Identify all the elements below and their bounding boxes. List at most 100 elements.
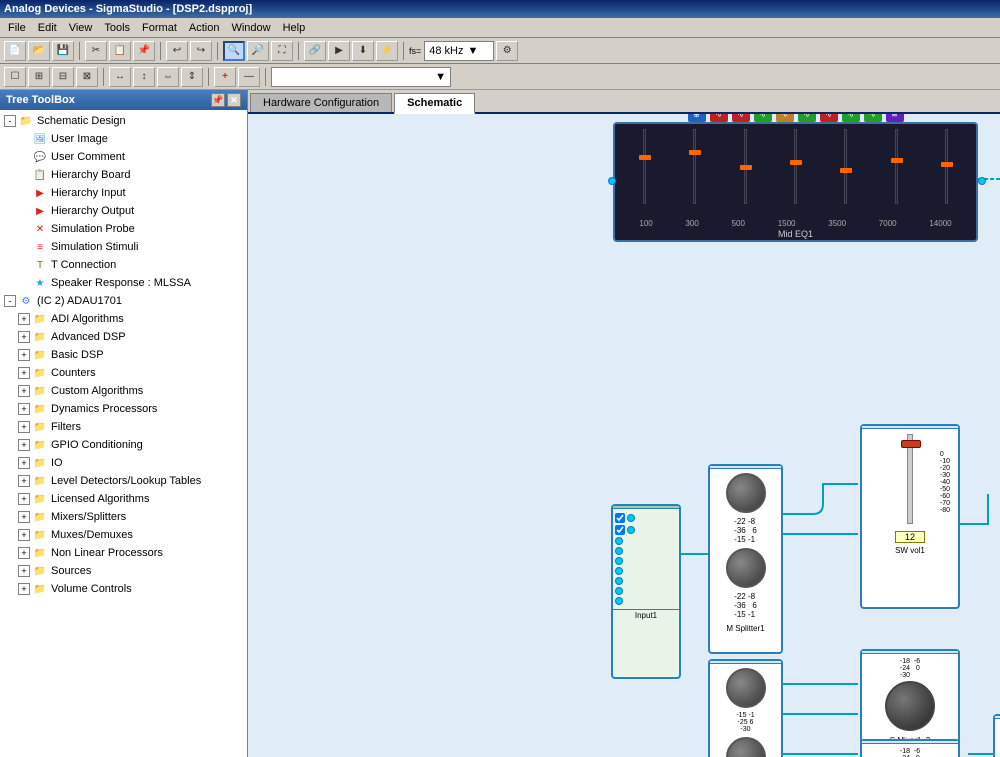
- tree-item-counters[interactable]: +📁Counters: [0, 364, 247, 382]
- module-dropdown[interactable]: ▼: [271, 67, 451, 87]
- tree-toggle-volume-controls[interactable]: +: [18, 583, 30, 595]
- eq-icon-10[interactable]: ≋: [886, 114, 904, 122]
- tree-item-hierarchy-output[interactable]: ▶Hierarchy Output: [0, 202, 247, 220]
- tree-item-user-image[interactable]: 🖼User Image: [0, 130, 247, 148]
- tb-paste[interactable]: 📌: [133, 41, 155, 61]
- eq-icon-2[interactable]: ∿: [710, 114, 728, 122]
- sw-vol1-value[interactable]: 12: [895, 531, 925, 543]
- knob4[interactable]: [726, 737, 766, 757]
- tree-item-volume-controls[interactable]: +📁Volume Controls: [0, 580, 247, 598]
- eq-icon-3[interactable]: ∿: [732, 114, 750, 122]
- tb-r2-minus[interactable]: —: [238, 67, 260, 87]
- eq-band-100[interactable]: [620, 129, 669, 214]
- tree-toggle-counters[interactable]: +: [18, 367, 30, 379]
- ch2-checkbox[interactable]: [615, 525, 625, 535]
- knob2[interactable]: [726, 548, 766, 588]
- tree-item-mixers-splitters[interactable]: +📁Mixers/Splitters: [0, 508, 247, 526]
- tree-item-sources[interactable]: +📁Sources: [0, 562, 247, 580]
- tree-toggle-non-linear-processors[interactable]: +: [18, 547, 30, 559]
- tree-toggle-licensed-algorithms[interactable]: +: [18, 493, 30, 505]
- eq-icon-1[interactable]: ⊕: [688, 114, 706, 122]
- tree-close-btn[interactable]: ✕: [227, 93, 241, 107]
- tb-zoom-in[interactable]: 🔍: [223, 41, 245, 61]
- tb-copy[interactable]: 📋: [109, 41, 131, 61]
- eq-icon-5[interactable]: ∿: [776, 114, 794, 122]
- tree-item-hierarchy-board[interactable]: 📋Hierarchy Board: [0, 166, 247, 184]
- tb-save[interactable]: 💾: [52, 41, 74, 61]
- tab-hardware-config[interactable]: Hardware Configuration: [250, 93, 392, 112]
- menu-help[interactable]: Help: [277, 20, 312, 36]
- tree-item-io[interactable]: +📁IO: [0, 454, 247, 472]
- tb-run[interactable]: ⚡: [376, 41, 398, 61]
- tb-r2-2[interactable]: ⊞: [28, 67, 50, 87]
- tree-item-gpio-conditioning[interactable]: +📁GPIO Conditioning: [0, 436, 247, 454]
- tree-item-level-detectors[interactable]: +📁Level Detectors/Lookup Tables: [0, 472, 247, 490]
- tree-item-non-linear-processors[interactable]: +📁Non Linear Processors: [0, 544, 247, 562]
- menu-view[interactable]: View: [63, 20, 99, 36]
- tb-redo[interactable]: ↪: [190, 41, 212, 61]
- menu-action[interactable]: Action: [183, 20, 226, 36]
- tb-r2-add[interactable]: +: [214, 67, 236, 87]
- tree-item-advanced-dsp[interactable]: +📁Advanced DSP: [0, 328, 247, 346]
- tree-toggle-gpio-conditioning[interactable]: +: [18, 439, 30, 451]
- tb-download[interactable]: ⬇: [352, 41, 374, 61]
- tree-toggle-muxes-demuxes[interactable]: +: [18, 529, 30, 541]
- tree-toggle-level-detectors[interactable]: +: [18, 475, 30, 487]
- tb-undo[interactable]: ↩: [166, 41, 188, 61]
- menu-tools[interactable]: Tools: [98, 20, 136, 36]
- eq-band-1500[interactable]: [771, 129, 820, 214]
- tree-toggle-schematic-design[interactable]: -: [4, 115, 16, 127]
- tb-r2-8[interactable]: ⇕: [181, 67, 203, 87]
- eq-band-300[interactable]: [670, 129, 719, 214]
- eq-band-3500[interactable]: [821, 129, 870, 214]
- tb-r2-5[interactable]: ↔: [109, 67, 131, 87]
- tree-item-user-comment[interactable]: 💬User Comment: [0, 148, 247, 166]
- tree-item-adi-algorithms[interactable]: +📁ADI Algorithms: [0, 310, 247, 328]
- tree-item-simulation-probe[interactable]: ✕Simulation Probe: [0, 220, 247, 238]
- eq-band-14000[interactable]: [922, 129, 971, 214]
- s-mixer1-2-knob[interactable]: [885, 681, 935, 731]
- tree-toggle-sources[interactable]: +: [18, 565, 30, 577]
- tb-r2-6[interactable]: ↕: [133, 67, 155, 87]
- menu-file[interactable]: File: [2, 20, 32, 36]
- tree-toggle-basic-dsp[interactable]: +: [18, 349, 30, 361]
- eq-icon-6[interactable]: ∿: [798, 114, 816, 122]
- tb-r2-3[interactable]: ⊟: [52, 67, 74, 87]
- ch1-checkbox[interactable]: [615, 513, 625, 523]
- tree-item-custom-algorithms[interactable]: +📁Custom Algorithms: [0, 382, 247, 400]
- tree-item-hierarchy-input[interactable]: ▶Hierarchy Input: [0, 184, 247, 202]
- tree-item-filters[interactable]: +📁Filters: [0, 418, 247, 436]
- tb-r2-4[interactable]: ⊠: [76, 67, 98, 87]
- eq-icon-8[interactable]: ∿: [842, 114, 860, 122]
- eq-band-500[interactable]: [721, 129, 770, 214]
- tree-item-muxes-demuxes[interactable]: +📁Muxes/Demuxes: [0, 526, 247, 544]
- menu-window[interactable]: Window: [225, 20, 276, 36]
- tree-body[interactable]: -📁Schematic Design🖼User Image💬User Comme…: [0, 110, 247, 757]
- tree-toggle-mixers-splitters[interactable]: +: [18, 511, 30, 523]
- schematic-canvas[interactable]: 100 300 500 1500 3500 7000 14000 Mid EQ1…: [248, 114, 1000, 757]
- tree-item-speaker-response[interactable]: ★Speaker Response : MLSSA: [0, 274, 247, 292]
- tb-link[interactable]: 🔗: [304, 41, 326, 61]
- tb-open[interactable]: 📂: [28, 41, 50, 61]
- tab-schematic[interactable]: Schematic: [394, 93, 475, 114]
- eq-icon-7[interactable]: ∿: [820, 114, 838, 122]
- tb-settings[interactable]: ⚙: [496, 41, 518, 61]
- menu-edit[interactable]: Edit: [32, 20, 63, 36]
- tree-item-licensed-algorithms[interactable]: +📁Licensed Algorithms: [0, 490, 247, 508]
- eq-icon-4[interactable]: ∿: [754, 114, 772, 122]
- tree-item-basic-dsp[interactable]: +📁Basic DSP: [0, 346, 247, 364]
- tree-toggle-advanced-dsp[interactable]: +: [18, 331, 30, 343]
- tb-cut[interactable]: ✂: [85, 41, 107, 61]
- tree-toggle-io[interactable]: +: [18, 457, 30, 469]
- tree-toggle-dynamics-processors[interactable]: +: [18, 403, 30, 415]
- tree-toggle-ic2-adau1701[interactable]: -: [4, 295, 16, 307]
- tree-toggle-custom-algorithms[interactable]: +: [18, 385, 30, 397]
- eq-band-7000[interactable]: [871, 129, 920, 214]
- tb-compile[interactable]: ▶: [328, 41, 350, 61]
- tree-item-dynamics-processors[interactable]: +📁Dynamics Processors: [0, 400, 247, 418]
- tb-fit[interactable]: ⛶: [271, 41, 293, 61]
- tree-item-ic2-adau1701[interactable]: -⚙(IC 2) ADAU1701: [0, 292, 247, 310]
- tb-r2-1[interactable]: ☐: [4, 67, 26, 87]
- tb-r2-7[interactable]: ⇔: [157, 67, 179, 87]
- eq-icon-9[interactable]: ∿: [864, 114, 882, 122]
